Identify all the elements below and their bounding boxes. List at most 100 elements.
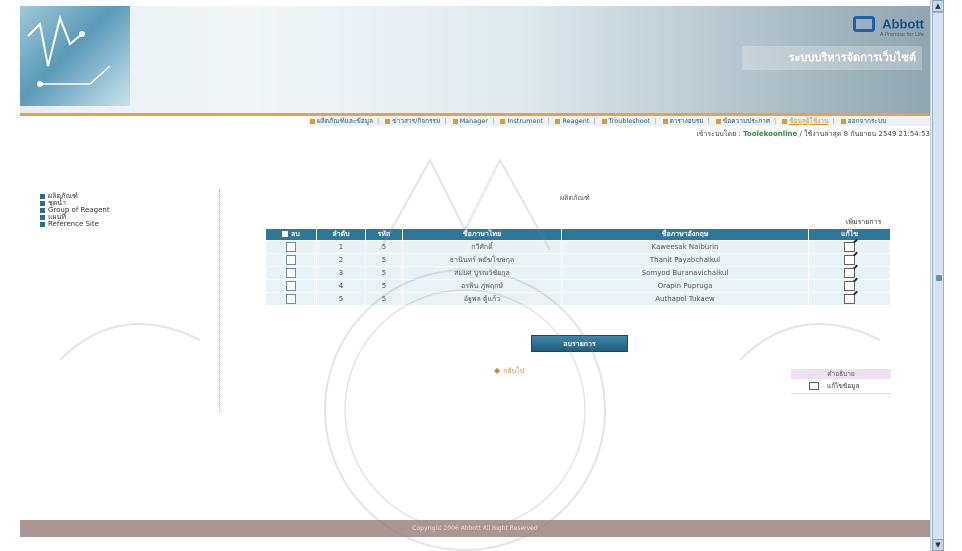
row-english-name: Thanit Payabchaikul	[561, 253, 809, 267]
row-checkbox[interactable]	[286, 255, 296, 265]
row-thai-name: อัฐพล ตู้แก้ว	[402, 292, 562, 306]
vertical-scrollbar[interactable]: ▲ ▼	[930, 0, 944, 551]
edit-icon[interactable]	[844, 294, 855, 304]
product-table: ลบ ลำดับ รหัส ชื่อภาษาไทย ชื่อภาษาอังกฤษ…	[265, 228, 891, 306]
header-logo-art	[20, 6, 130, 106]
bullet-icon	[385, 118, 391, 124]
column-header-number: ลำดับ	[316, 228, 366, 241]
column-header-code: รหัส	[365, 228, 403, 241]
column-header-delete[interactable]: ลบ	[265, 228, 317, 241]
row-number: 4	[316, 279, 366, 293]
bullet-icon	[40, 200, 45, 206]
row-code: 5	[365, 240, 403, 254]
edit-icon[interactable]	[844, 255, 855, 265]
row-code: 5	[365, 292, 403, 306]
username: Toolekoonline	[743, 130, 798, 138]
site-header: Abbott A Promise for Life ระบบบริหารจัดก…	[20, 6, 930, 116]
decorative-graph-icon	[27, 14, 111, 87]
select-all-checkbox[interactable]	[282, 231, 289, 237]
bullet-icon	[840, 118, 846, 124]
row-checkbox[interactable]	[286, 268, 296, 278]
top-navigation: ผลิตภัณฑ์และข้อมูล | ข่าวสาร/กิจกรรม | Man…	[310, 116, 930, 126]
login-status: เข้าระบบโดย : Toolekoonline / ใช้งานล่าส…	[696, 129, 930, 140]
row-checkbox[interactable]	[286, 281, 296, 291]
table-row: 2 5 ธานินทร์ พยัฆโฆษกุล Thanit Payabchai…	[265, 253, 891, 267]
row-code: 5	[365, 253, 403, 267]
bullet-icon	[40, 214, 45, 220]
last-login: / ใช้งานล่าสุด 8 กันยายน 2549 21:54:53	[799, 130, 930, 138]
nav-item-news[interactable]: ข่าวสาร/กิจกรรม	[385, 117, 440, 125]
nav-item-manager[interactable]: Manager	[452, 117, 488, 125]
site-title: ระบบบริหารจัดการเว็บไซต์	[742, 46, 922, 70]
row-number: 3	[316, 266, 366, 280]
footer-copyright: Copyright 2006 Abbott All Right Reserved	[20, 520, 930, 537]
row-number: 2	[316, 253, 366, 267]
add-item-link[interactable]: เพิ่มรายการ	[846, 217, 881, 228]
bullet-icon	[40, 193, 45, 199]
edit-icon	[809, 382, 819, 390]
nav-item-announcement[interactable]: ข้อความประกาศ	[715, 117, 770, 125]
bullet-icon	[310, 118, 315, 124]
row-english-name: Authapol Tukaew	[561, 292, 809, 306]
legend-header: คำอธิบาย	[791, 369, 891, 379]
column-header-thai-name: ชื่อภาษาไทย	[402, 228, 562, 241]
nav-item-troubleshoot[interactable]: Troubleshoot	[601, 117, 650, 125]
edit-icon[interactable]	[844, 281, 855, 291]
login-label: เข้าระบบโดย :	[696, 130, 741, 138]
nav-item-logout[interactable]: ออกจากระบบ	[840, 117, 886, 125]
table-row: 4 5 อรพิน ภู่พฤกษ์ Orapin Pupruga	[265, 279, 891, 293]
legend-box: คำอธิบาย แก้ไขข้อมูล	[791, 369, 891, 394]
delete-items-button[interactable]: ลบรายการ	[531, 335, 628, 352]
row-english-name: Orapin Pupruga	[561, 279, 809, 293]
row-english-name: Kaweesak Naiburin	[561, 240, 809, 254]
bullet-icon	[715, 118, 721, 124]
sidebar-item-reference-site[interactable]: Reference Site	[40, 221, 210, 228]
row-thai-name: ธานินทร์ พยัฆโฆษกุล	[402, 253, 562, 267]
row-thai-name: กวีศักดิ์	[402, 240, 562, 254]
nav-item-reagent[interactable]: Reagent	[555, 117, 589, 125]
edit-icon[interactable]	[844, 242, 855, 252]
bullet-icon	[601, 118, 607, 124]
table-row: 1 5 กวีศักดิ์ Kaweesak Naiburin	[265, 240, 891, 254]
edit-icon[interactable]	[844, 268, 855, 278]
nav-item-training[interactable]: ตารางอบรม	[662, 117, 704, 125]
nav-item-instrument[interactable]: Instrument	[500, 117, 543, 125]
scroll-up-icon[interactable]: ▲	[932, 0, 944, 12]
row-code: 5	[365, 266, 403, 280]
column-header-edit: แก้ไข	[808, 228, 891, 241]
scroll-grip-icon	[936, 275, 942, 281]
window-edge	[944, 0, 962, 551]
abbott-logo-icon	[853, 16, 876, 32]
sidebar: ผลิตภัณฑ์ ชุดน้ำ Group of Reagent แผนที่…	[40, 193, 210, 228]
row-thai-name: สมยศ บูรณวิชัยกุล	[402, 266, 562, 280]
browser-viewport: Abbott A Promise for Life ระบบบริหารจัดก…	[0, 0, 930, 551]
row-checkbox[interactable]	[286, 242, 296, 252]
legend-row: แก้ไขข้อมูล	[791, 379, 891, 394]
bullet-icon	[662, 118, 668, 124]
brand-name: Abbott	[882, 16, 924, 32]
row-checkbox[interactable]	[286, 294, 296, 304]
sidebar-divider	[219, 190, 221, 412]
row-number: 1	[316, 240, 366, 254]
row-number: 5	[316, 292, 366, 306]
page-title: ผลิตภัณฑ์	[560, 194, 590, 202]
scroll-down-icon[interactable]: ▼	[932, 539, 944, 551]
brand-tagline: A Promise for Life	[880, 32, 924, 38]
table-row: 5 5 อัฐพล ตู้แก้ว Authapol Tukaew	[265, 292, 891, 306]
table-row: 3 5 สมยศ บูรณวิชัยกุล Somyod Buranavicha…	[265, 266, 891, 280]
back-link[interactable]: ◆ กลับไป	[494, 366, 524, 377]
table-header-row: ลบ ลำดับ รหัส ชื่อภาษาไทย ชื่อภาษาอังกฤษ…	[265, 228, 891, 241]
scrollbar-thumb[interactable]	[932, 12, 944, 540]
legend-edit-label: แก้ไขข้อมูล	[827, 382, 860, 390]
nav-item-products[interactable]: ผลิตภัณฑ์และข้อมูล	[310, 117, 373, 125]
abbott-brand: Abbott A Promise for Life	[853, 16, 924, 38]
bullet-icon	[452, 118, 458, 124]
bullet-icon	[782, 118, 788, 124]
column-header-english-name: ชื่อภาษาอังกฤษ	[561, 228, 809, 241]
nav-item-user-info[interactable]: ข้อมูลผู้ใช้งาน	[782, 117, 829, 125]
row-thai-name: อรพิน ภู่พฤกษ์	[402, 279, 562, 293]
bullet-icon	[555, 118, 561, 124]
bullet-icon	[40, 221, 45, 227]
row-code: 5	[365, 279, 403, 293]
back-arrow-icon: ◆	[494, 366, 501, 375]
